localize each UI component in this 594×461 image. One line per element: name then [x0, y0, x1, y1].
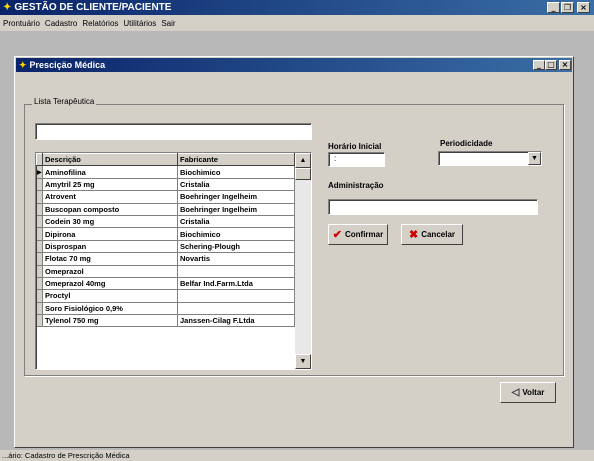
table-row[interactable]: Proctyl [36, 289, 295, 303]
menu-utilitarios[interactable]: Utilitários [123, 19, 156, 28]
table-row[interactable]: Disprospan Schering-Plough [36, 240, 295, 254]
cell-descricao: Amytril 25 mg [42, 178, 178, 192]
cell-fabricante: Cristalia [177, 178, 295, 192]
cell-fabricante [177, 265, 295, 278]
menu-cadastro[interactable]: Cadastro [45, 19, 77, 28]
table-row[interactable]: Atrovent Boehringer Ingelheim [36, 190, 295, 204]
chevron-down-icon[interactable]: ▼ [528, 152, 541, 165]
cell-descricao: Flotac 70 mg [42, 252, 178, 266]
cell-descricao: Codein 30 mg [42, 215, 178, 229]
app-maximize-button[interactable]: ❐ [561, 2, 574, 13]
cell-fabricante: Biochimico [177, 227, 295, 241]
cell-descricao: Disprospan [42, 240, 178, 254]
scroll-up-button[interactable]: ▲ [295, 153, 311, 168]
cell-fabricante: Belfar Ind.Farm.Ltda [177, 277, 295, 291]
horario-inicial-label: Horário Inicial [328, 142, 382, 151]
app-title: GESTÃO DE CLIENTE/PACIENTE [14, 2, 172, 13]
dialog-titlebar: ✦ Presciçäo Médica [16, 58, 572, 72]
check-icon: ✔ [332, 229, 342, 241]
dialog-maximize-button[interactable]: □ [545, 60, 557, 70]
cell-fabricante: Biochimico [177, 165, 295, 179]
cell-fabricante: Cristalia [177, 215, 295, 229]
table-row[interactable]: Codein 30 mg Cristalia [36, 215, 295, 229]
back-arrow-icon: ◁ [511, 387, 520, 398]
cancelar-button[interactable]: ✖ Cancelar [401, 224, 463, 245]
scroll-down-button[interactable]: ▼ [295, 354, 311, 369]
menu-relatorios[interactable]: Relatórios [82, 19, 118, 28]
cell-fabricante: Boehringer Ingelheim [177, 190, 295, 204]
cell-descricao: Dipirona [42, 227, 178, 241]
app-icon: ✦ [3, 2, 12, 13]
table-row[interactable]: Soro Fisiológico 0,9% [36, 302, 295, 316]
medication-grid[interactable]: Descrição Fabricante ▶ Aminofilina Biochim… [35, 152, 312, 370]
scroll-thumb[interactable] [295, 168, 311, 180]
table-row[interactable]: Flotac 70 mg Novartis [36, 252, 295, 266]
cell-fabricante: Janssen-Cilag F.Ltda [177, 314, 295, 328]
cell-descricao: Buscopan composto [42, 203, 178, 216]
table-row[interactable]: Omeprazol 40mg Belfar Ind.Farm.Ltda [36, 277, 295, 291]
cell-fabricante: Schering-Plough [177, 240, 295, 254]
periodicidade-label: Periodicidade [440, 139, 493, 148]
administracao-field[interactable] [328, 199, 538, 215]
cell-descricao: Atrovent [42, 190, 178, 204]
menu-prontuario[interactable]: Prontuário [3, 19, 40, 28]
table-row[interactable]: Tylenol 750 mg Janssen-Cilag F.Ltda [36, 314, 295, 328]
cell-descricao: Soro Fisiológico 0,9% [42, 302, 178, 316]
app-close-button[interactable]: × [577, 2, 590, 13]
cell-fabricante: Boehringer Ingelheim [177, 203, 295, 216]
cell-fabricante [177, 302, 295, 316]
cell-descricao: Aminofilina [42, 165, 178, 179]
periodicidade-select[interactable]: ▼ [438, 151, 542, 166]
search-input[interactable] [35, 123, 312, 140]
voltar-label: Voltar [522, 388, 545, 397]
status-bar: ...ário: Cadastro de Prescrição Médica [0, 450, 594, 461]
app-titlebar: ✦ GESTÃO DE CLIENTE/PACIENTE [0, 0, 594, 15]
horario-inicial-field[interactable]: : [328, 152, 385, 167]
horario-inicial-value: : [334, 154, 337, 163]
cell-fabricante [177, 289, 295, 303]
dialog-close-button[interactable]: × [559, 60, 571, 70]
column-header-fabricante[interactable]: Fabricante [177, 153, 295, 167]
app-minimize-button[interactable]: _ [547, 2, 560, 13]
confirmar-label: Confirmar [344, 230, 384, 239]
table-row[interactable]: Dipirona Biochimico [36, 227, 295, 241]
cell-descricao: Omeprazol 40mg [42, 277, 178, 291]
cancel-x-icon: ✖ [408, 229, 419, 241]
table-row[interactable]: Omeprazol [36, 265, 295, 278]
menu-sair[interactable]: Sair [161, 19, 175, 28]
table-row[interactable]: Amytril 25 mg Cristalia [36, 178, 295, 192]
grid-vertical-scrollbar[interactable]: ▲ ▼ [295, 153, 311, 369]
column-header-descricao[interactable]: Descrição [42, 153, 178, 167]
table-row[interactable]: ▶ Aminofilina Biochimico [36, 165, 295, 179]
cell-descricao: Proctyl [42, 289, 178, 303]
medication-table: Descrição Fabricante ▶ Aminofilina Biochim… [36, 153, 295, 328]
voltar-button[interactable]: ◁ Voltar [500, 382, 556, 403]
cell-fabricante: Novartis [177, 252, 295, 266]
cell-descricao: Tylenol 750 mg [42, 314, 178, 328]
administracao-label: Administração [328, 181, 384, 190]
lista-terapeutica-label: Lista Terapêutica [32, 97, 97, 106]
confirmar-button[interactable]: ✔ Confirmar [328, 224, 388, 245]
cancelar-label: Cancelar [421, 230, 455, 239]
status-text: ...ário: Cadastro de Prescrição Médica [2, 451, 130, 460]
table-row[interactable]: Buscopan composto Boehringer Ingelheim [36, 203, 295, 216]
dialog-title: Presciçäo Médica [29, 60, 106, 70]
dialog-icon: ✦ [19, 59, 27, 70]
menu-bar: Prontuário Cadastro Relatórios Utilitári… [0, 15, 594, 31]
dialog-minimize-button[interactable]: _ [533, 60, 545, 70]
cell-descricao: Omeprazol [42, 265, 178, 278]
